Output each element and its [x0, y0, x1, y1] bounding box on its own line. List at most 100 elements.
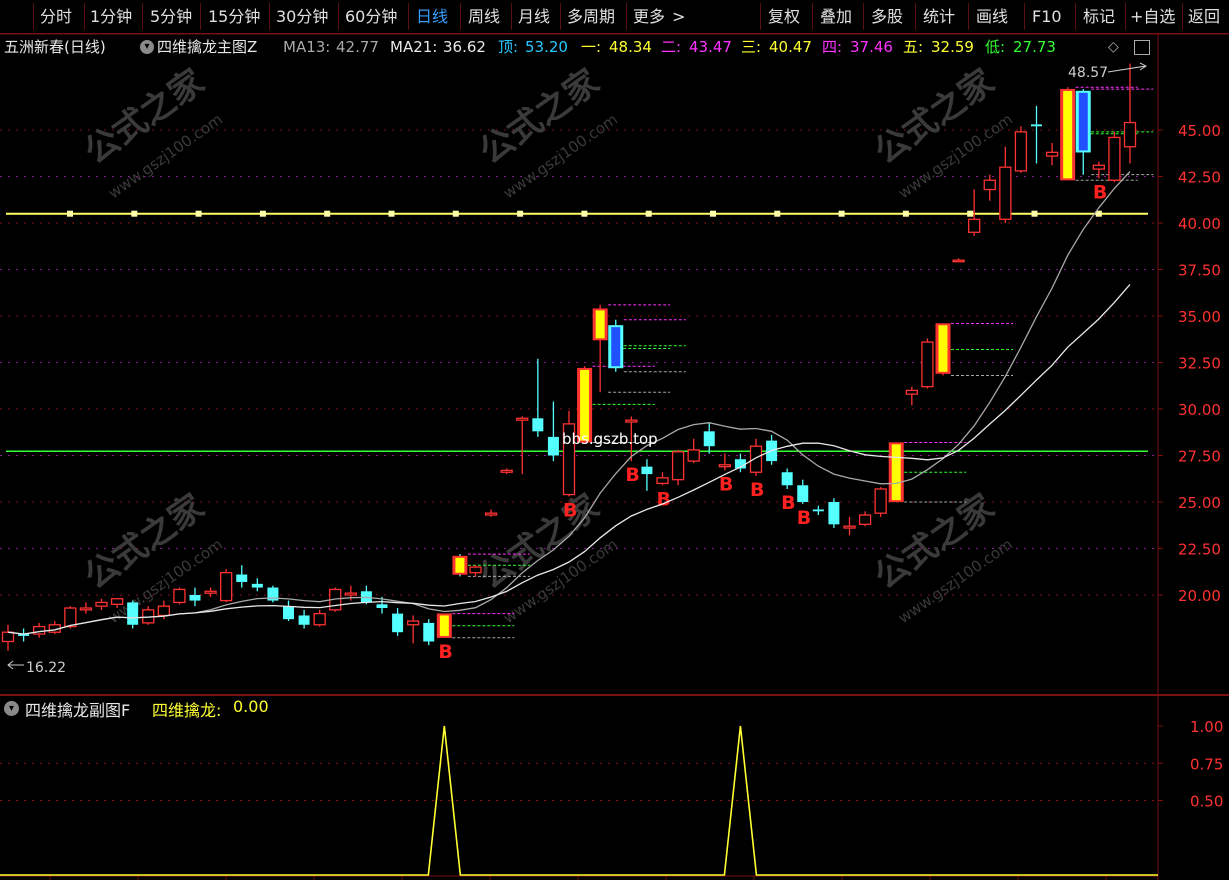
- candle-up: [1108, 136, 1121, 181]
- ma13-value: 42.77: [336, 38, 379, 56]
- price-tick-label: 35.00: [1178, 308, 1221, 326]
- candle-up: [999, 166, 1012, 220]
- level-label: 一:: [581, 38, 602, 56]
- candle-up: [858, 514, 872, 525]
- candle-up: [95, 601, 108, 607]
- panel-toggle-icon[interactable]: [1134, 40, 1150, 55]
- candle-up: [656, 477, 669, 485]
- buy-signal-label: B: [438, 641, 452, 663]
- level-value: 32.59: [931, 38, 974, 56]
- buy-signal-label: B: [797, 507, 811, 529]
- candle-down: [797, 485, 809, 502]
- level-label: 二:: [661, 38, 682, 56]
- level-dot: [902, 210, 909, 217]
- level-dot: [774, 210, 781, 217]
- price-tick-label: 22.50: [1178, 541, 1221, 559]
- candle-up: [516, 417, 529, 421]
- high-price-label: 48.57: [1068, 65, 1108, 81]
- level-dot: [195, 210, 202, 217]
- level-dot: [67, 210, 73, 217]
- high-arrow-icon: [1107, 62, 1147, 73]
- watermark-text: 公式之家: [77, 62, 211, 173]
- level-dot: [259, 210, 266, 217]
- candle-up: [843, 525, 856, 529]
- watermark-text: 公式之家: [472, 62, 606, 173]
- candle-down: [127, 602, 139, 625]
- buy-signal-label: B: [750, 479, 764, 501]
- level-dot: [967, 210, 974, 217]
- candle-down: [392, 613, 404, 633]
- ma21-value: 36.62: [443, 38, 486, 56]
- candle-down: [781, 472, 793, 486]
- candle-up: [968, 218, 981, 233]
- ma21-label: MA21:: [390, 38, 438, 56]
- watermark-text: 公式之家: [472, 487, 606, 598]
- candle-down: [236, 574, 248, 582]
- candle-up: [687, 449, 700, 462]
- level-value: 48.34: [609, 38, 652, 56]
- watermark-text: 公式之家: [867, 62, 1001, 173]
- candle-highlight-yellow: [1063, 90, 1073, 179]
- candle-down: [283, 606, 294, 620]
- diamond-icon[interactable]: ◇: [1108, 36, 1119, 58]
- sub-indicator-dropdown-icon[interactable]: ▾: [4, 701, 19, 716]
- watermark-text: 公式之家: [867, 487, 1001, 598]
- candle-up: [313, 612, 326, 626]
- level-label: 三:: [741, 38, 762, 56]
- buy-signal-label: B: [781, 492, 795, 514]
- level-dot: [324, 210, 331, 217]
- price-tick-label: 42.50: [1178, 169, 1221, 187]
- candle-down: [298, 615, 310, 625]
- price-tick-label: 30.00: [1178, 401, 1221, 419]
- sub-value-label: 四维擒龙:: [152, 701, 222, 720]
- candle-up: [484, 512, 498, 516]
- buy-signal-label: B: [657, 488, 671, 510]
- candle-up: [344, 592, 357, 596]
- buy-signal-label: B: [563, 499, 577, 521]
- price-tick-label: 45.00: [1178, 122, 1221, 140]
- candle-highlight-yellow: [938, 325, 948, 372]
- price-tick-label: 40.00: [1178, 215, 1221, 233]
- level-dot: [517, 210, 524, 217]
- stock-name: 五洲新春(日线): [4, 38, 106, 56]
- candle-down: [812, 509, 824, 512]
- level-value: 37.46: [850, 38, 893, 56]
- candle-up: [983, 179, 996, 191]
- candle-highlight-yellow: [595, 310, 605, 339]
- candle-up: [625, 419, 638, 423]
- candle-up: [1092, 164, 1105, 170]
- candle-up: [1, 631, 15, 643]
- candle-up: [79, 607, 93, 611]
- sub-indicator-name[interactable]: 四维擒龙副图F: [25, 697, 130, 721]
- level-value: 27.73: [1013, 38, 1056, 56]
- candle-up: [1045, 151, 1059, 157]
- candle-highlight-yellow: [891, 444, 901, 501]
- candle-down: [251, 583, 263, 588]
- candle-up: [469, 566, 482, 574]
- price-tick-label: 32.50: [1178, 355, 1221, 373]
- candle-down: [547, 436, 559, 456]
- level-value: 40.47: [769, 38, 812, 56]
- low-arrow-icon: [7, 660, 24, 670]
- candle-up: [173, 588, 186, 604]
- candle-up: [905, 389, 918, 395]
- candle-up: [204, 590, 217, 594]
- level-dot: [645, 210, 652, 217]
- candle-up: [500, 469, 513, 473]
- price-tick-label: 25.00: [1178, 494, 1221, 512]
- candle-up: [1014, 131, 1028, 172]
- price-tick-label: 37.50: [1178, 262, 1221, 280]
- watermark-text: 公式之家: [77, 487, 211, 598]
- level-dot: [710, 210, 716, 217]
- kline-chart: 45.00 42.50 40.00 37.50 35.00 32.50 30.00 27.50…: [0, 33, 1229, 880]
- candle-down: [1031, 124, 1042, 127]
- main-indicator-name[interactable]: 四维擒龙主图Z: [157, 36, 257, 58]
- sub-value: 0.00: [233, 697, 269, 716]
- indicator-dropdown-icon[interactable]: ▾: [140, 40, 154, 54]
- ma13-label: MA13:: [283, 38, 331, 56]
- level-label: 顶:: [498, 38, 519, 56]
- level-label: 四:: [822, 38, 843, 56]
- level-dot: [1031, 210, 1038, 217]
- candle-up: [874, 488, 887, 514]
- price-tick-label: 27.50: [1178, 448, 1221, 466]
